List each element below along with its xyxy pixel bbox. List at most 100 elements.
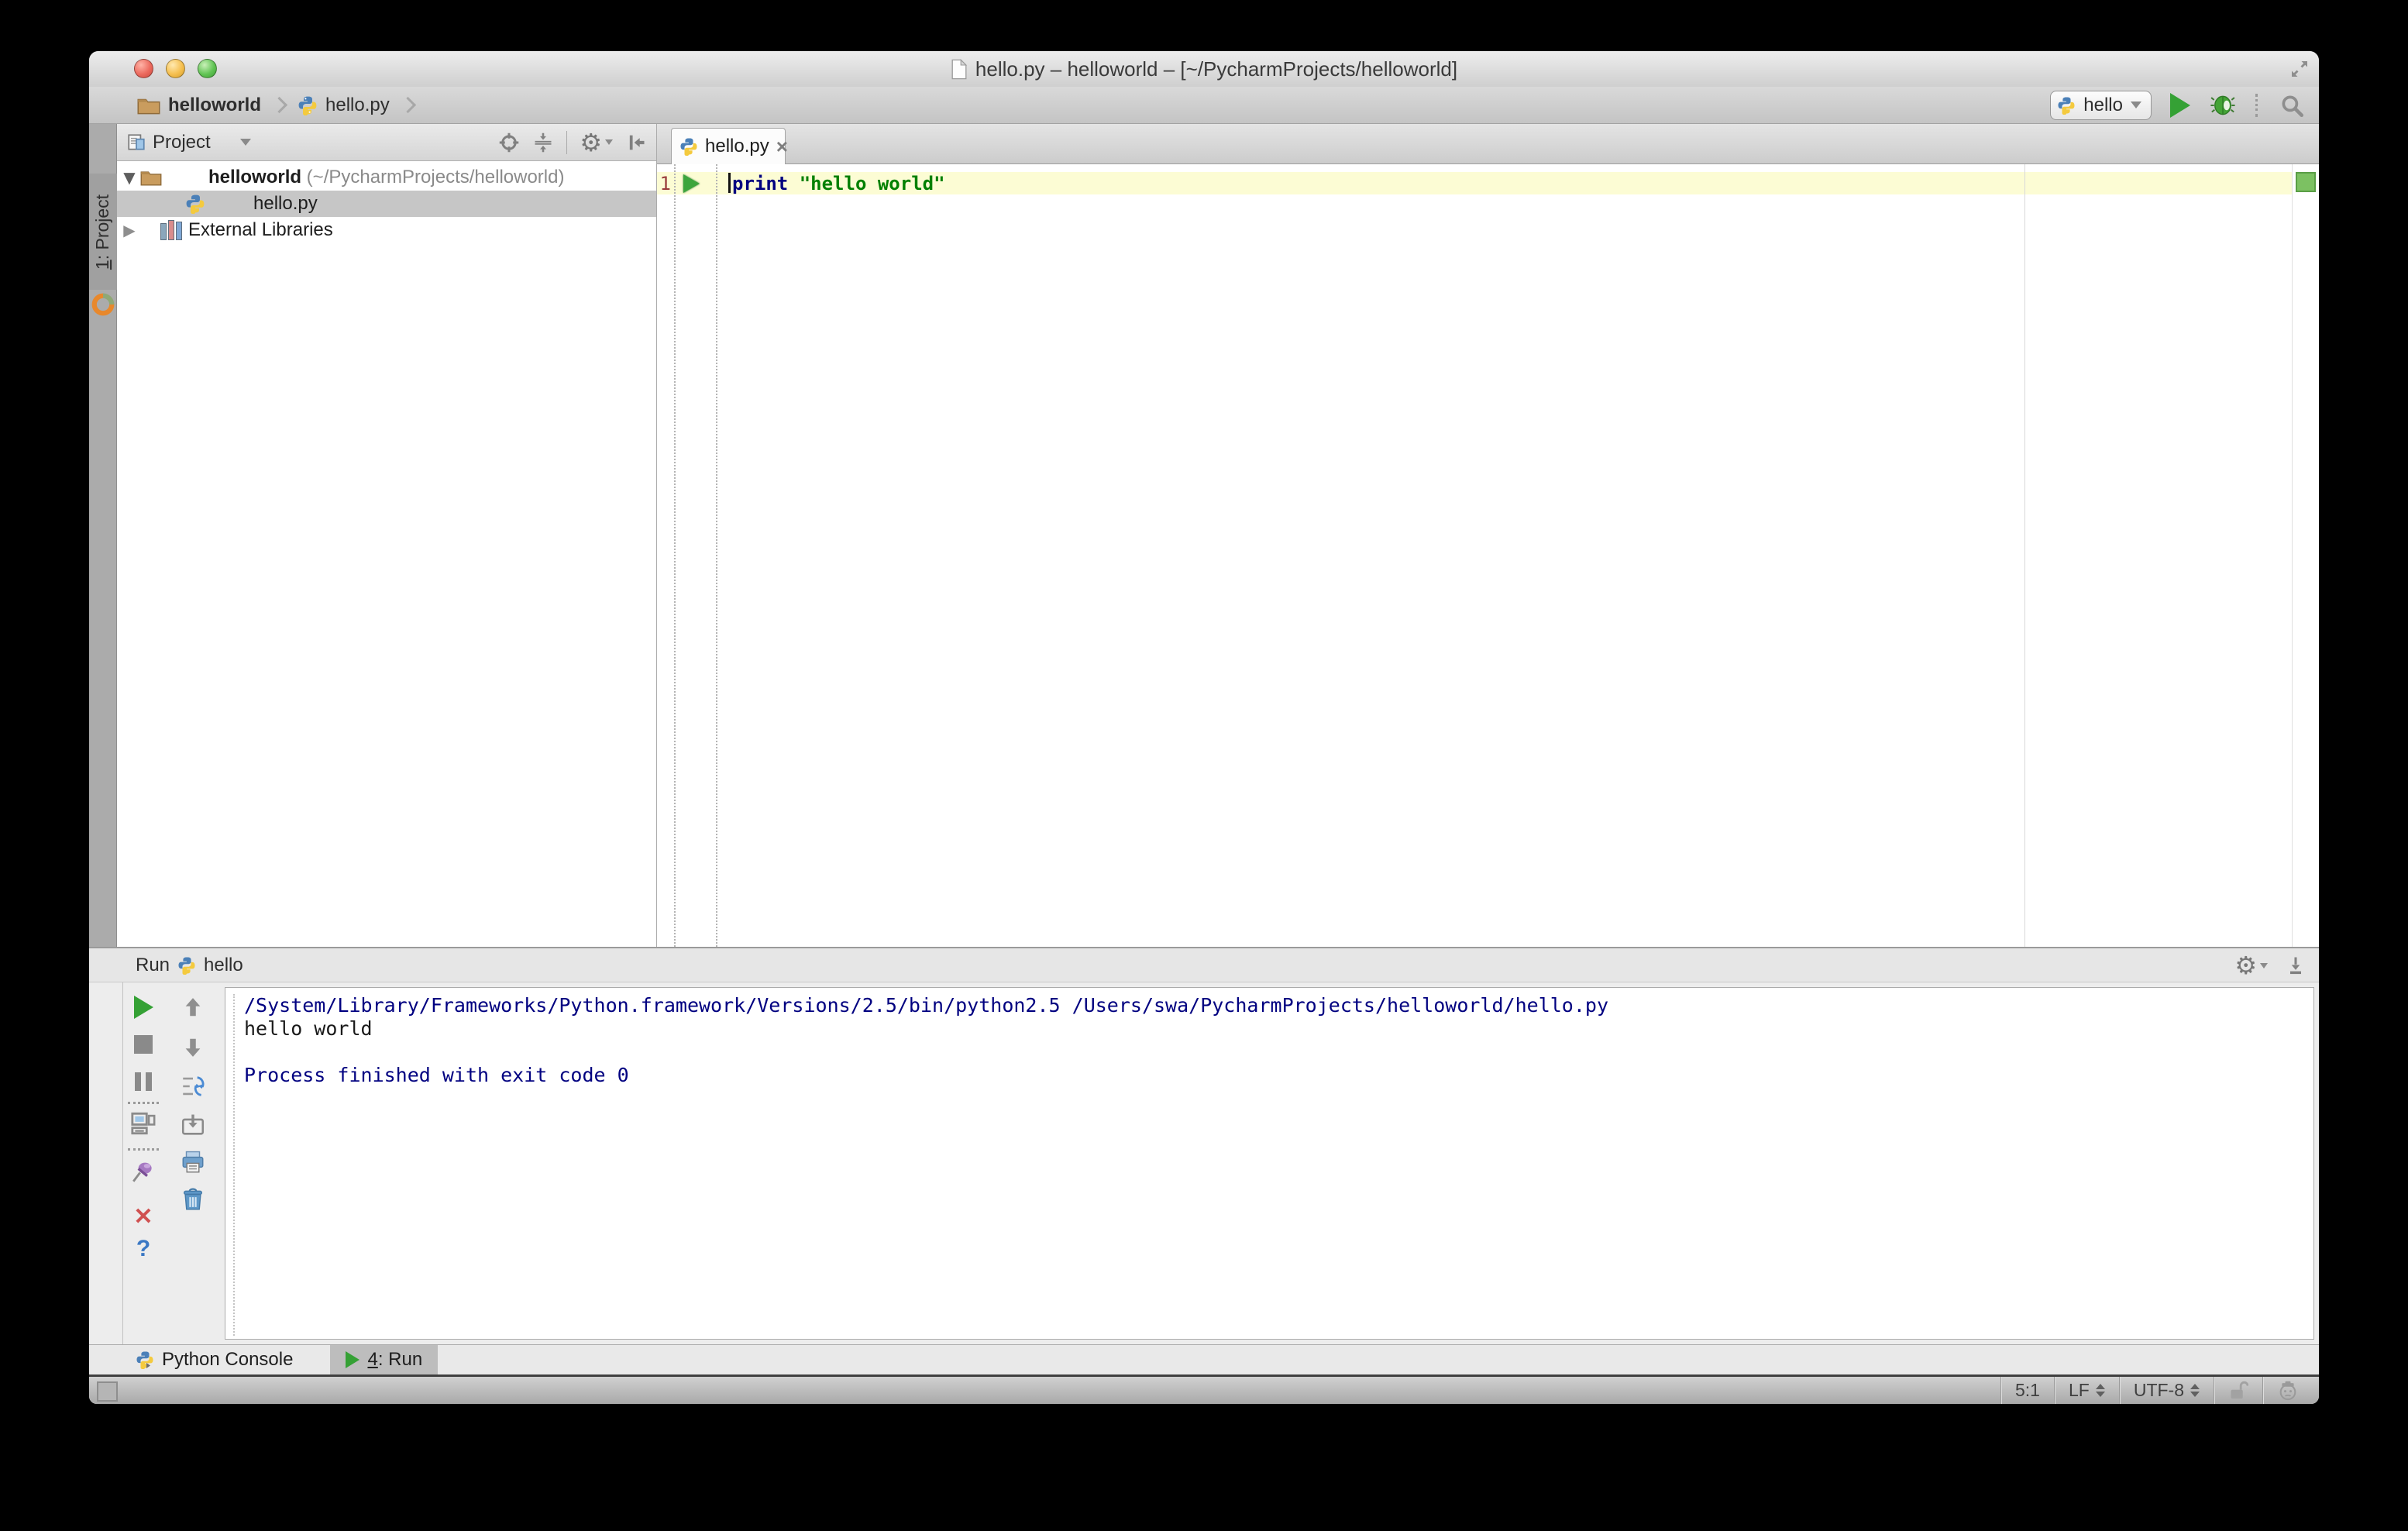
collapsed-arrow-icon[interactable]: ▶ xyxy=(120,221,139,239)
pin-tab-button[interactable] xyxy=(126,1156,160,1187)
code-keyword: print xyxy=(732,173,800,194)
error-stripe xyxy=(2292,164,2319,947)
console-line: /System/Library/Frameworks/Python.framew… xyxy=(244,994,1608,1017)
readonly-lock-icon[interactable] xyxy=(2214,1377,2262,1404)
python-icon xyxy=(177,956,196,975)
export-output-button[interactable] xyxy=(176,1110,210,1141)
external-libraries-label: External Libraries xyxy=(188,219,333,240)
code-string: "hello world" xyxy=(799,173,945,194)
desktop: hello.py – helloworld – [~/PycharmProjec… xyxy=(0,0,2408,1531)
updown-icon xyxy=(2190,1384,2200,1397)
panel-divider xyxy=(122,982,123,1344)
line-ending-select[interactable]: LF xyxy=(2055,1377,2119,1404)
toolbar-separator xyxy=(126,1144,160,1154)
run-button[interactable] xyxy=(2170,92,2190,118)
tool-window-bar: Python Console 4: Run xyxy=(89,1344,2319,1375)
tree-row-external-libraries[interactable]: ▶ External Libraries xyxy=(117,217,656,243)
gutter-separator xyxy=(674,164,676,947)
toggle-toolbuttons-icon[interactable] xyxy=(97,1381,118,1402)
editor-area: hello.py × 1 print "hello world" xyxy=(657,124,2319,947)
encoding-select[interactable]: UTF-8 xyxy=(2120,1377,2214,1404)
clear-console-button[interactable] xyxy=(176,1184,210,1215)
toolbar-separator xyxy=(566,130,568,154)
toolbar-separator xyxy=(126,1097,160,1108)
file-name: hello.py xyxy=(253,193,318,214)
chevron-down-icon xyxy=(2131,101,2141,108)
python-file-icon xyxy=(679,137,698,156)
run-configuration-label: hello xyxy=(2083,94,2123,115)
run-configuration-select[interactable]: hello xyxy=(2050,90,2152,120)
tab-label: : Project xyxy=(92,194,113,260)
python-file-icon xyxy=(298,95,318,115)
breadcrumb-project[interactable]: helloworld xyxy=(168,95,261,116)
show-console-button[interactable] xyxy=(126,1108,160,1139)
locate-file-icon[interactable] xyxy=(498,132,520,153)
fullscreen-icon[interactable] xyxy=(2288,57,2311,81)
expanded-arrow-icon[interactable]: ▼ xyxy=(120,168,139,187)
gutter-separator xyxy=(716,164,717,947)
project-tree: ▼ helloworld (~/PycharmProjects/hellowor… xyxy=(117,164,656,243)
editor-tab-bar: hello.py × xyxy=(657,124,2319,164)
title-bar: hello.py – helloworld – [~/PycharmProjec… xyxy=(89,51,2319,88)
navigation-bar: helloworld hello.py hello xyxy=(89,87,2319,124)
collapse-all-icon[interactable] xyxy=(532,132,554,153)
tree-row-hello-py[interactable]: hello.py xyxy=(117,191,656,217)
run-panel-title: Run xyxy=(136,954,170,975)
pycharm-logo-icon xyxy=(91,293,115,316)
python-console-tab[interactable]: Python Console xyxy=(120,1345,308,1375)
inspection-status-indicator[interactable] xyxy=(2296,172,2316,192)
close-window-button[interactable] xyxy=(134,59,153,78)
minimize-window-button[interactable] xyxy=(166,59,185,78)
project-tool-window-tab[interactable]: 1: Project xyxy=(89,174,117,290)
toolbar-separator xyxy=(2255,93,2260,117)
settings-gear-icon[interactable]: ⚙ xyxy=(2234,953,2268,978)
print-button[interactable] xyxy=(176,1147,210,1178)
breadcrumb-file[interactable]: hello.py xyxy=(325,95,390,116)
run-tab[interactable]: 4: Run xyxy=(330,1344,439,1375)
settings-gear-icon[interactable]: ⚙ xyxy=(580,130,613,155)
tool-window-strip: 1: Project xyxy=(89,124,117,947)
console-line: hello world xyxy=(244,1017,373,1040)
prev-occurrence-button[interactable] xyxy=(176,992,210,1023)
chevron-right-icon xyxy=(399,96,416,114)
scroll-to-end-button[interactable] xyxy=(176,1071,210,1102)
rerun-button[interactable] xyxy=(126,992,160,1023)
stop-button[interactable] xyxy=(126,1029,160,1060)
run-line-icon[interactable] xyxy=(683,174,700,193)
python-console-label: Python Console xyxy=(162,1349,294,1370)
document-icon xyxy=(951,58,968,80)
zoom-window-button[interactable] xyxy=(198,59,217,78)
help-button[interactable]: ? xyxy=(126,1233,160,1264)
hide-panel-icon[interactable] xyxy=(625,132,647,153)
folder-icon xyxy=(137,96,160,115)
inspection-profile-icon[interactable] xyxy=(2263,1377,2313,1404)
close-tab-icon[interactable]: × xyxy=(776,136,788,157)
updown-icon xyxy=(2095,1384,2105,1397)
run-console[interactable]: /System/Library/Frameworks/Python.framew… xyxy=(225,987,2314,1340)
line-number: 1 xyxy=(659,173,671,194)
close-panel-button[interactable]: ✕ xyxy=(126,1201,160,1232)
hide-panel-down-icon[interactable] xyxy=(2285,955,2307,976)
python-icon xyxy=(2057,96,2076,115)
breadcrumb: helloworld hello.py xyxy=(89,95,2050,116)
main-toolbar: hello xyxy=(2050,90,2319,120)
libraries-icon xyxy=(160,220,182,240)
code-line[interactable]: print "hello world" xyxy=(728,173,945,194)
run-icon xyxy=(346,1351,360,1368)
search-everywhere-icon[interactable] xyxy=(2279,92,2305,119)
editor-tab-hello-py[interactable]: hello.py × xyxy=(671,128,788,164)
chevron-down-icon xyxy=(239,139,251,146)
project-root-path: (~/PycharmProjects/helloworld) xyxy=(301,167,565,188)
run-panel-header: Run hello ⚙ xyxy=(89,948,2319,982)
pause-output-button[interactable] xyxy=(126,1066,160,1097)
debug-button[interactable] xyxy=(2209,92,2237,119)
run-tool-window: Run hello ⚙ ✕ ? /System/Library/Framewor… xyxy=(89,947,2319,1344)
pycharm-window: hello.py – helloworld – [~/PycharmProjec… xyxy=(89,51,2319,1404)
editor-body[interactable]: 1 print "hello world" xyxy=(657,164,2319,947)
project-panel: Project ⚙ ▼ helloworld (~/PycharmProject… xyxy=(117,124,657,947)
next-occurrence-button[interactable] xyxy=(176,1032,210,1063)
caret-position[interactable]: 5:1 xyxy=(2001,1377,2054,1404)
tab-mnemonic: 1 xyxy=(92,259,113,270)
console-line: Process finished with exit code 0 xyxy=(244,1064,629,1086)
